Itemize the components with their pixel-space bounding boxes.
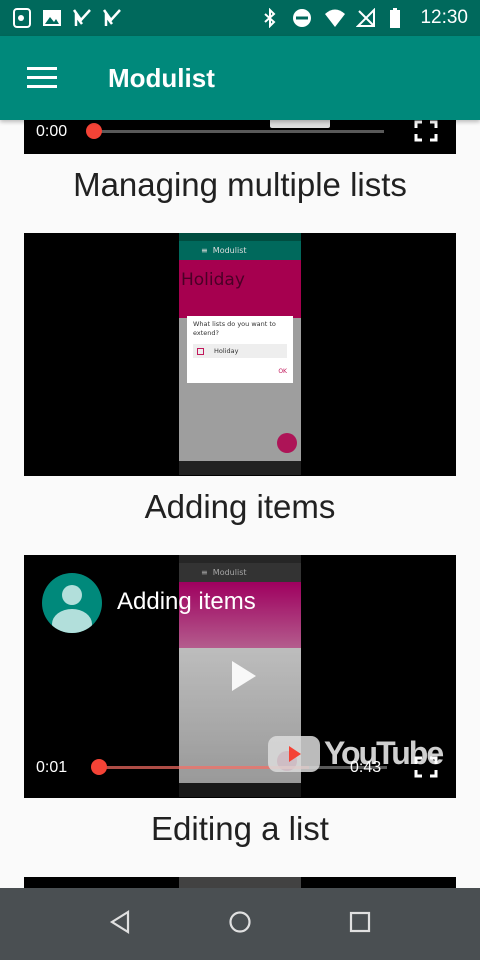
youtube-logo[interactable] bbox=[270, 120, 330, 128]
fullscreen-icon[interactable] bbox=[414, 120, 438, 146]
video-caption: Adding items bbox=[144, 488, 336, 525]
system-nav-bar bbox=[0, 888, 480, 960]
video-thumbnail: ≡ Modulist Holiday What lists do you wan… bbox=[179, 233, 301, 475]
check-flag-icon bbox=[72, 8, 92, 28]
recents-icon[interactable] bbox=[349, 911, 371, 937]
preview-add-button bbox=[277, 433, 297, 453]
bluetooth-icon bbox=[260, 7, 280, 29]
status-bar: 12:30 bbox=[0, 0, 480, 36]
play-icon[interactable] bbox=[230, 659, 258, 697]
video-overlay-title[interactable]: Adding items bbox=[117, 588, 256, 616]
app-bar: Modulist bbox=[0, 36, 480, 120]
video-player-4[interactable] bbox=[24, 877, 456, 888]
video-caption: Editing a list bbox=[151, 810, 329, 847]
battery-icon bbox=[388, 8, 408, 28]
video-player-1[interactable]: 0:00 bbox=[24, 120, 456, 154]
channel-avatar[interactable] bbox=[42, 573, 102, 633]
check-flag-icon bbox=[102, 8, 122, 28]
do-not-disturb-icon bbox=[292, 8, 312, 28]
video-scrubber[interactable] bbox=[91, 759, 107, 775]
status-time: 12:30 bbox=[420, 7, 468, 28]
home-icon[interactable] bbox=[228, 910, 252, 938]
preview-list-header: Holiday bbox=[179, 260, 301, 318]
hamburger-menu-icon[interactable] bbox=[0, 36, 84, 120]
back-icon[interactable] bbox=[109, 910, 131, 938]
image-icon bbox=[42, 8, 62, 28]
notification-icon bbox=[12, 8, 32, 28]
video-time-total: 0:43 bbox=[350, 759, 382, 776]
video-caption: Managing multiple lists bbox=[73, 166, 407, 203]
video-time-current: 0:01 bbox=[36, 759, 68, 776]
video-player-3[interactable]: ≡ Modulist Adding items 0:01 YouTube 0:4… bbox=[24, 555, 456, 798]
app-title: Modulist bbox=[108, 62, 215, 93]
no-signal-icon bbox=[356, 7, 376, 28]
wifi-icon bbox=[324, 8, 346, 28]
video-list[interactable]: 0:00 Managing multiple lists ≡ Modulist … bbox=[0, 120, 480, 888]
fullscreen-icon[interactable] bbox=[414, 756, 438, 782]
video-time-current: 0:00 bbox=[36, 123, 68, 140]
video-scrubber[interactable] bbox=[86, 123, 102, 139]
video-progress-track[interactable] bbox=[94, 130, 384, 133]
preview-dialog: What lists do you want to extend? Holida… bbox=[187, 316, 293, 383]
video-player-2[interactable]: ≡ Modulist Holiday What lists do you wan… bbox=[24, 233, 456, 476]
